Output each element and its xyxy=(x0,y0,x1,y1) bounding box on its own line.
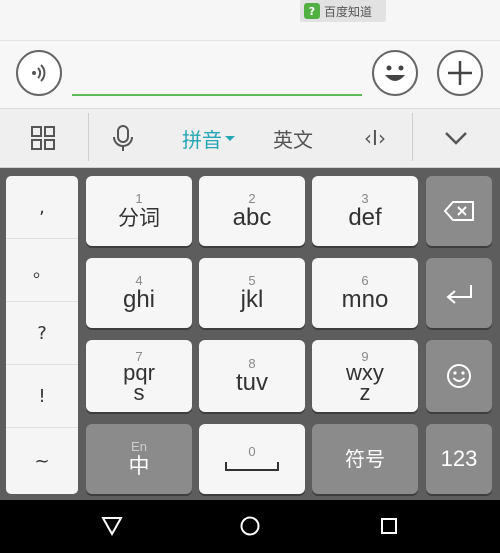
key-2[interactable]: 2 abc xyxy=(199,176,305,246)
emoji-button[interactable] xyxy=(372,50,418,96)
symbol-key[interactable]: 符号 xyxy=(312,424,418,494)
backspace-icon xyxy=(443,201,474,221)
punctuation-tilde[interactable]: ~ xyxy=(6,428,78,494)
caret-down-icon xyxy=(225,136,235,141)
emoji-key[interactable] xyxy=(426,340,492,412)
punctuation-question[interactable]: ? xyxy=(6,302,78,365)
key-label: 符号 xyxy=(345,447,385,471)
key-3[interactable]: 3 def xyxy=(312,176,418,246)
watermark-icon: ? xyxy=(304,3,320,19)
tab-english[interactable]: 英文 xyxy=(258,108,328,168)
key-4[interactable]: 4 ghi xyxy=(86,258,192,328)
watermark-text: 百度知道 xyxy=(324,4,373,19)
smiley-icon xyxy=(447,364,471,388)
tab-pinyin-label: 拼音 xyxy=(182,127,222,152)
watermark-badge: ? 百度知道 xyxy=(300,0,386,22)
key-label: 123 xyxy=(440,446,478,471)
key-label: 分词 xyxy=(118,205,160,230)
grid-menu-button[interactable] xyxy=(14,108,72,168)
key-number: 6 xyxy=(361,272,369,288)
add-button[interactable] xyxy=(437,50,483,96)
key-label: abc xyxy=(232,203,272,231)
nav-back-button[interactable] xyxy=(96,510,128,542)
space-icon xyxy=(225,461,279,471)
top-strip xyxy=(0,0,500,40)
microphone-button[interactable] xyxy=(100,108,146,168)
tab-pinyin[interactable]: 拼音 xyxy=(168,108,250,168)
nav-home-button[interactable] xyxy=(234,510,266,542)
key-label: ghi xyxy=(122,285,156,313)
toolbar-divider xyxy=(88,113,89,161)
key-number: 2 xyxy=(248,190,256,206)
voice-button[interactable] xyxy=(16,50,62,96)
punctuation-period[interactable]: 。 xyxy=(6,239,78,302)
key-label: def xyxy=(348,203,382,231)
key-label-bottom: s xyxy=(133,379,145,405)
nav-back-icon xyxy=(101,517,123,537)
key-label: mno xyxy=(341,285,389,313)
tab-english-label: 英文 xyxy=(273,127,313,152)
key-number: 4 xyxy=(135,272,143,288)
chat-input[interactable] xyxy=(72,58,362,96)
space-key[interactable]: 0 xyxy=(199,424,305,494)
key-6[interactable]: 6 mno xyxy=(312,258,418,328)
key-number: 5 xyxy=(248,272,256,288)
language-switch-key[interactable]: En 中 xyxy=(86,424,192,494)
nav-home-icon xyxy=(240,516,260,536)
key-label: jkl xyxy=(240,285,264,313)
collapse-keyboard-button[interactable] xyxy=(424,108,488,168)
numbers-key[interactable]: 123 xyxy=(426,424,492,494)
key-sub-label: En xyxy=(131,438,147,454)
key-label: 中 xyxy=(128,453,150,478)
key-label: tuv xyxy=(235,368,268,396)
enter-key[interactable] xyxy=(426,258,492,328)
key-9[interactable]: 9 wxy z xyxy=(312,340,418,412)
grid-icon xyxy=(31,126,55,150)
cursor-mode-button[interactable]: ‹I› xyxy=(342,108,408,168)
punctuation-exclamation[interactable]: ! xyxy=(6,365,78,428)
emoji-icon xyxy=(385,65,405,81)
key-number: 1 xyxy=(135,190,143,206)
plus-icon xyxy=(448,61,472,85)
key-label-bottom: z xyxy=(359,379,371,405)
key-number: 3 xyxy=(361,190,369,206)
key-8[interactable]: 8 tuv xyxy=(199,340,305,412)
nav-recents-icon xyxy=(381,518,397,534)
cursor-icon: ‹I› xyxy=(364,126,386,150)
microphone-icon xyxy=(113,125,133,151)
enter-icon xyxy=(446,285,472,304)
key-5[interactable]: 5 jkl xyxy=(199,258,305,328)
voice-icon xyxy=(32,64,46,82)
key-1[interactable]: 1 分词 xyxy=(86,176,192,246)
backspace-key[interactable] xyxy=(426,176,492,246)
toolbar-divider xyxy=(412,113,413,161)
key-7[interactable]: 7 pqr s xyxy=(86,340,192,412)
key-number: 0 xyxy=(248,443,256,459)
nav-recents-button[interactable] xyxy=(373,510,405,542)
punctuation-comma[interactable]: , xyxy=(6,176,78,239)
chevron-down-icon xyxy=(445,132,467,145)
key-number: 8 xyxy=(248,355,256,371)
